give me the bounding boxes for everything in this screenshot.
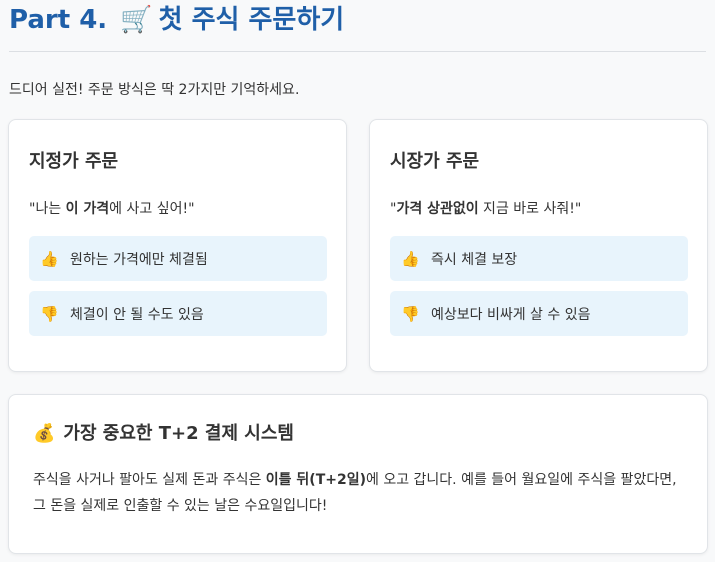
limit-order-quote-bold: 이 가격 [65,201,110,217]
market-order-con: 👎 예상보다 비싸게 살 수 있음 [390,291,688,336]
limit-order-quote: "나는 이 가격에 사고 싶어!" [29,198,195,218]
limit-order-quote-post: 에 사고 싶어!" [109,201,195,217]
settlement-title: 💰 가장 중요한 T+2 결제 시스템 [33,419,294,445]
market-order-pro-text: 즉시 체결 보장 [431,251,518,268]
limit-order-pro: 👍 원하는 가격에만 체결됨 [29,236,327,281]
market-order-quote: "가격 상관없이 지금 바로 사줘!" [390,198,581,218]
thumbs-down-icon: 👎 [40,304,59,323]
settlement-paragraph: 주식을 사거나 팔아도 실제 돈과 주식은 이틀 뒤(T+2일)에 오고 갑니다… [33,467,693,519]
page-title: Part 4. 🛒 첫 주식 주문하기 [9,2,344,38]
market-order-con-text: 예상보다 비싸게 살 수 있음 [431,306,591,323]
settlement-card: 💰 가장 중요한 T+2 결제 시스템 주식을 사거나 팔아도 실제 돈과 주식은… [8,394,708,554]
thumbs-up-icon: 👍 [401,249,420,268]
market-order-card: 시장가 주문 "가격 상관없이 지금 바로 사줘!" 👍 즉시 체결 보장 👎 … [369,119,708,372]
limit-order-card: 지정가 주문 "나는 이 가격에 사고 싶어!" 👍 원하는 가격에만 체결됨 … [8,119,347,372]
part-label: Part 4. [9,5,108,35]
limit-order-con-text: 체결이 안 될 수도 있음 [70,306,204,323]
market-order-title: 시장가 주문 [390,151,480,172]
limit-order-title: 지정가 주문 [29,151,119,172]
page-title-text: 첫 주식 주문하기 [158,5,345,35]
shopping-cart-icon: 🛒 [120,5,153,35]
limit-order-con: 👎 체결이 안 될 수도 있음 [29,291,327,336]
money-bag-icon: 💰 [33,423,56,444]
title-divider [9,51,706,52]
thumbs-down-icon: 👎 [401,304,420,323]
settlement-para-pre: 주식을 사거나 팔아도 실제 돈과 주식은 [33,472,266,488]
thumbs-up-icon: 👍 [40,249,59,268]
limit-order-quote-pre: "나는 [29,201,66,217]
limit-order-pro-text: 원하는 가격에만 체결됨 [70,251,208,268]
intro-text: 드디어 실전! 주문 방식은 딱 2가지만 기억하세요. [9,82,300,98]
market-order-quote-post: 지금 바로 사줘!" [478,201,582,217]
market-order-quote-bold: 가격 상관없이 [396,201,479,217]
market-order-pro: 👍 즉시 체결 보장 [390,236,688,281]
settlement-para-bold: 이틀 뒤(T+2일) [265,472,366,488]
settlement-title-text: 가장 중요한 T+2 결제 시스템 [63,423,294,444]
